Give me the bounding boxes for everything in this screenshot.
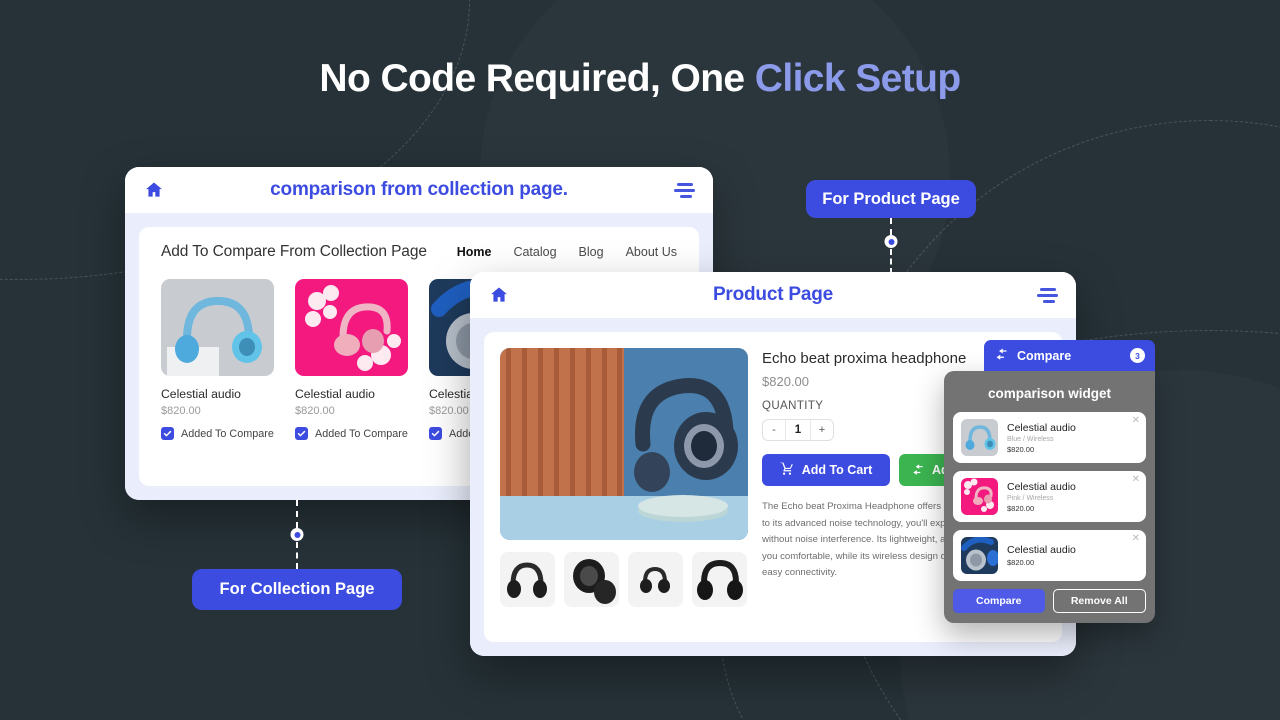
connector-collection <box>192 500 402 570</box>
compare-item-variant: Pink / Wireless <box>1007 494 1054 502</box>
nav-item-about-us[interactable]: About Us <box>626 245 677 259</box>
product-window-title: Product Page <box>712 284 834 305</box>
checkbox-icon[interactable] <box>429 427 442 440</box>
page-title: No Code Required, One Click Setup <box>0 57 1280 101</box>
compare-item-image-blue <box>961 419 998 456</box>
product-thumbnail[interactable] <box>692 552 747 607</box>
compare-item-name: Celestial audio <box>1007 421 1076 434</box>
home-icon[interactable] <box>488 285 510 305</box>
product-thumbnail[interactable] <box>500 552 555 607</box>
add-to-cart-button[interactable]: Add To Cart <box>762 454 890 486</box>
product-thumbnail[interactable] <box>564 552 619 607</box>
compare-list-item[interactable]: Celestial audio Blue / Wireless $820.00 … <box>953 412 1146 463</box>
nav-item-blog[interactable]: Blog <box>579 245 604 259</box>
checkbox-icon[interactable] <box>295 427 308 440</box>
product-image-pink-headphones[interactable] <box>295 279 408 376</box>
product-window-titlebar: Product Page <box>470 272 1076 318</box>
product-card[interactable]: Celestial audio $820.00 Added To Compare <box>161 279 274 440</box>
hamburger-icon[interactable] <box>673 182 695 198</box>
collection-nav: Home Catalog Blog About Us <box>457 245 677 259</box>
compare-item-price: $820.00 <box>1007 444 1035 454</box>
product-name: Celestial audio <box>161 387 241 401</box>
add-to-cart-label: Add To Cart <box>801 463 873 477</box>
compare-item-image-blue-dark <box>961 537 998 574</box>
compare-item-variant: Blue / Wireless <box>1007 435 1054 443</box>
compare-item-image-pink <box>961 478 998 515</box>
nav-item-catalog[interactable]: Catalog <box>513 245 556 259</box>
compare-item-price: $820.00 <box>1007 503 1035 513</box>
comparison-widget-actions: Compare Remove All <box>953 589 1146 613</box>
comparison-widget: Compare 3 comparison widget Celestial au… <box>944 340 1155 623</box>
compare-tab-button[interactable]: Compare 3 <box>984 340 1155 371</box>
product-price: $820.00 <box>161 405 201 417</box>
added-to-compare-checkbox[interactable]: Added To Compare <box>295 427 408 440</box>
product-card[interactable]: Celestial audio $820.00 Added To Compare <box>295 279 408 440</box>
connector-product <box>806 218 976 274</box>
compare-arrows-icon <box>911 462 925 479</box>
checkbox-label: Added To Compare <box>181 427 274 440</box>
comparison-widget-title: comparison widget <box>987 386 1112 401</box>
product-thumbnails <box>500 552 748 607</box>
product-price: $820.00 <box>295 405 335 417</box>
home-icon[interactable] <box>143 180 165 200</box>
product-name: Celestial audio <box>295 387 375 401</box>
hamburger-icon[interactable] <box>1036 287 1058 303</box>
for-collection-page-button[interactable]: For Collection Page <box>192 569 402 610</box>
widget-remove-all-button[interactable]: Remove All <box>1052 589 1146 613</box>
product-main-image[interactable] <box>500 348 748 540</box>
compare-item-text: Celestial audio Blue / Wireless $820.00 <box>1007 422 1076 454</box>
compare-list-item[interactable]: Celestial audio $820.00 ✕ <box>953 530 1146 581</box>
checkbox-icon[interactable] <box>161 427 174 440</box>
quantity-increment-button[interactable]: + <box>811 420 833 440</box>
compare-count-badge: 3 <box>1130 348 1145 363</box>
collection-header: Add To Compare From Collection Page Home… <box>161 243 677 261</box>
headline-accent: Click Setup <box>754 57 961 100</box>
quantity-value[interactable]: 1 <box>785 420 811 440</box>
collection-window-title: comparison from collection page. <box>270 179 568 200</box>
close-icon[interactable]: ✕ <box>1132 534 1140 544</box>
quantity-decrement-button[interactable]: - <box>763 420 785 440</box>
close-icon[interactable]: ✕ <box>1132 416 1140 426</box>
compare-arrows-icon <box>994 346 1009 366</box>
checkbox-label: Added To Compare <box>315 427 408 440</box>
product-thumbnail[interactable] <box>628 552 683 607</box>
comparison-widget-panel: comparison widget Celestial audio Blue /… <box>944 371 1155 623</box>
close-icon[interactable]: ✕ <box>1132 475 1140 485</box>
for-product-page-button[interactable]: For Product Page <box>806 180 976 218</box>
compare-item-name: Celestial audio <box>1007 480 1076 493</box>
quantity-stepper[interactable]: - 1 + <box>762 419 834 441</box>
compare-item-name: Celestial audio <box>1007 544 1076 556</box>
collection-heading: Add To Compare From Collection Page <box>161 243 427 260</box>
product-image-blue-headphones[interactable] <box>161 279 274 376</box>
added-to-compare-checkbox[interactable]: Added To Compare <box>161 427 274 440</box>
compare-list-item[interactable]: Celestial audio Pink / Wireless $820.00 … <box>953 471 1146 522</box>
compare-item-text: Celestial audio $820.00 <box>1007 544 1076 567</box>
cart-icon <box>780 462 794 479</box>
compare-item-text: Celestial audio Pink / Wireless $820.00 <box>1007 481 1076 513</box>
product-gallery <box>500 348 748 626</box>
compare-item-price: $820.00 <box>1007 558 1035 567</box>
widget-compare-button[interactable]: Compare <box>953 589 1045 613</box>
nav-item-home[interactable]: Home <box>457 245 492 259</box>
headline-plain: No Code Required, One <box>319 57 755 100</box>
compare-tab-label: Compare <box>1017 348 1072 363</box>
collection-window-titlebar: comparison from collection page. <box>125 167 713 213</box>
